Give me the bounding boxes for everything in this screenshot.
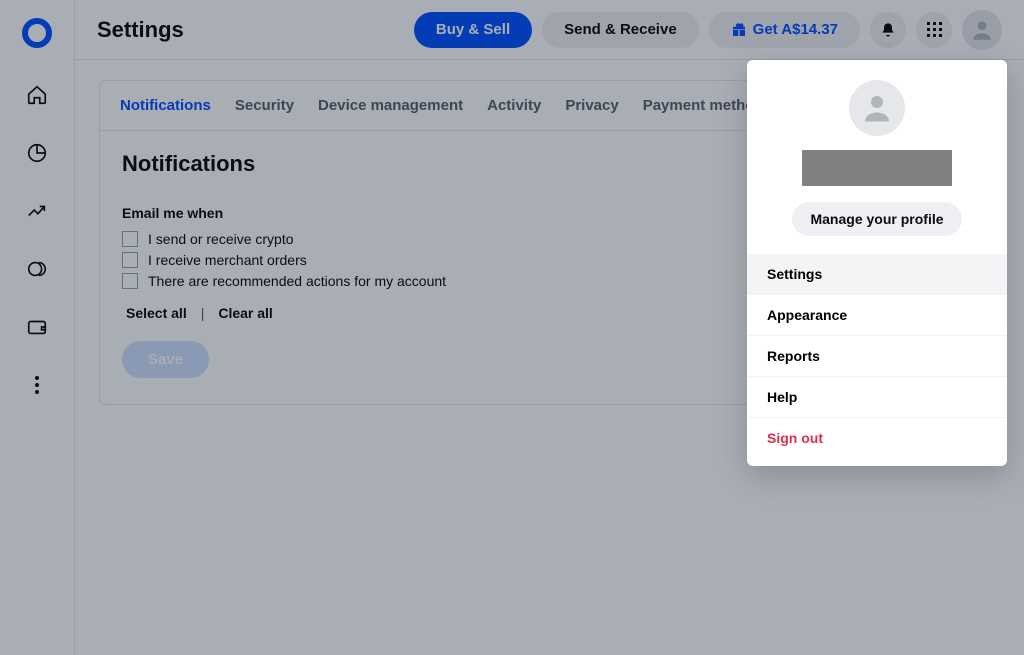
tab-security[interactable]: Security — [235, 97, 294, 130]
profile-avatar-button[interactable] — [962, 10, 1002, 50]
save-button[interactable]: Save — [122, 341, 209, 378]
buy-sell-button[interactable]: Buy & Sell — [414, 12, 532, 48]
home-icon[interactable] — [26, 84, 48, 106]
coin-icon[interactable] — [26, 258, 48, 280]
menu-item-reports[interactable]: Reports — [747, 336, 1007, 377]
send-receive-button[interactable]: Send & Receive — [542, 12, 699, 48]
tab-device-management[interactable]: Device management — [318, 97, 463, 130]
profile-email-redacted — [802, 150, 952, 186]
clear-all-link[interactable]: Clear all — [218, 305, 272, 321]
checkbox[interactable] — [122, 252, 138, 268]
promo-label: Get A$14.37 — [753, 21, 838, 38]
menu-item-appearance[interactable]: Appearance — [747, 295, 1007, 336]
profile-menu: Manage your profile Settings Appearance … — [747, 60, 1007, 466]
avatar-icon — [969, 17, 995, 43]
notifications-button[interactable] — [870, 12, 906, 48]
pie-icon[interactable] — [26, 142, 48, 164]
avatar-icon — [859, 90, 895, 126]
apps-button[interactable] — [916, 12, 952, 48]
select-all-link[interactable]: Select all — [126, 305, 187, 321]
sidebar — [0, 0, 75, 655]
menu-item-settings[interactable]: Settings — [747, 254, 1007, 295]
grid-icon — [927, 22, 942, 37]
menu-item-help[interactable]: Help — [747, 377, 1007, 418]
tab-notifications[interactable]: Notifications — [120, 97, 211, 130]
tab-privacy[interactable]: Privacy — [565, 97, 618, 130]
wallet-icon[interactable] — [26, 316, 48, 338]
promo-button[interactable]: Get A$14.37 — [709, 12, 860, 48]
menu-item-sign-out[interactable]: Sign out — [747, 418, 1007, 458]
tab-activity[interactable]: Activity — [487, 97, 541, 130]
page-title: Settings — [97, 17, 184, 43]
separator: | — [201, 305, 205, 321]
topbar: Settings Buy & Sell Send & Receive Get A… — [75, 0, 1024, 60]
more-icon[interactable] — [26, 374, 48, 396]
checkbox[interactable] — [122, 231, 138, 247]
option-label: There are recommended actions for my acc… — [148, 273, 446, 289]
gift-icon — [731, 22, 747, 38]
option-label: I send or receive crypto — [148, 231, 294, 247]
bell-icon — [880, 22, 896, 38]
brand-logo[interactable] — [22, 18, 52, 48]
profile-menu-avatar — [849, 80, 905, 136]
option-label: I receive merchant orders — [148, 252, 307, 268]
manage-profile-button[interactable]: Manage your profile — [792, 202, 961, 236]
trend-icon[interactable] — [26, 200, 48, 222]
checkbox[interactable] — [122, 273, 138, 289]
